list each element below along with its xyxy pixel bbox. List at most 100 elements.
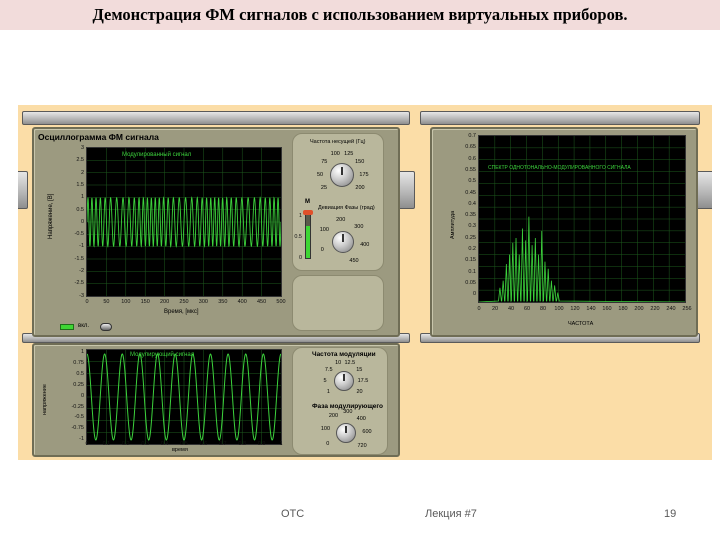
tick-label: -2.5 <box>74 280 84 287</box>
tick-label: 0.2 <box>121 441 130 447</box>
tick-label: 0.3 <box>141 441 150 447</box>
tick-label: -1.5 <box>74 255 84 262</box>
meter-pointer <box>303 210 313 215</box>
tick-label: 0.4 <box>160 441 169 447</box>
oscillogram-panel: Осциллограмма ФМ сигнала Модулированный … <box>32 127 400 337</box>
tick-label: 0.5 <box>76 370 84 377</box>
knob-tick-label: 7.5 <box>324 366 333 373</box>
top-x-axis-label: Время, [мкс] <box>164 309 199 315</box>
tick-label: 0.1 <box>468 268 476 275</box>
tick-label: 0.6 <box>468 155 476 162</box>
phase-meter-fill <box>306 225 310 258</box>
tick-label: -0.75 <box>71 425 84 432</box>
knob-tick-label: 75 <box>321 158 328 165</box>
mod-phase-knob[interactable] <box>336 423 356 443</box>
tick-label: -1 <box>79 436 84 443</box>
tick-label: 0.35 <box>465 212 476 219</box>
knob-tick-label: 300 <box>354 223 364 230</box>
tick-label: 0.9 <box>257 441 266 447</box>
knob-tick-label: 150 <box>355 158 365 165</box>
carrier-knob-title: Частота несущей (Гц) <box>310 139 366 145</box>
top-left-rail <box>22 111 410 125</box>
tick-label: 40 <box>507 306 515 312</box>
modulated-signal-label: Модулированный сигнал <box>122 152 192 158</box>
knob-tick-label: 100 <box>319 227 329 234</box>
virtual-instrument-screenshot: Осциллограмма ФМ сигнала Модулированный … <box>18 105 712 460</box>
bottom-x-axis-label: время <box>172 447 188 453</box>
tick-label: 120 <box>570 306 580 312</box>
tick-label: 150 <box>140 299 150 305</box>
knob-tick-label: 100 <box>320 425 331 432</box>
tick-label: 2 <box>80 169 84 176</box>
modulating-signal-panel: Модулирующий сигнал 1 0.75 0.5 0.25 0 -0.25 -0… <box>32 343 400 457</box>
power-switch[interactable] <box>100 323 112 331</box>
tick-label: 60 <box>523 306 531 312</box>
knob-tick-label: 5 <box>323 377 327 384</box>
modulating-signal-label: Модулирующий сигнал <box>130 352 195 358</box>
tick-label: -3 <box>79 292 84 299</box>
slide-title: Демонстрация ФМ сигналов с использование… <box>92 5 628 24</box>
tick-label: 0.55 <box>465 166 476 173</box>
modulated-signal-graph <box>86 147 282 297</box>
mod-frequency-knob[interactable] <box>334 371 354 391</box>
knob-tick-label: 600 <box>362 429 372 436</box>
knob-tick-label: 720 <box>357 443 367 450</box>
tick-label: 0.7 <box>218 441 227 447</box>
tick-label: 0.25 <box>465 234 476 241</box>
tick-label: 80 <box>539 306 547 312</box>
tick-label: 50 <box>103 299 110 305</box>
tick-label: 0.25 <box>73 381 84 388</box>
deviation-knob-title: Девиация Фазы (град) <box>318 205 375 211</box>
tick-label: 400 <box>237 299 247 305</box>
knob-tick-label: 450 <box>349 258 359 265</box>
tick-label: 2.5 <box>76 157 84 164</box>
tick-label: 1.5 <box>76 181 84 188</box>
tick-label: 1 <box>80 194 84 201</box>
spectrum-label: СПЕКТР ОДНОТОНАЛЬНО-МОДУЛИРОВАННОГО СИГН… <box>488 165 631 171</box>
tick-label: 300 <box>198 299 208 305</box>
spectrum-trace <box>479 216 685 302</box>
tick-label: 3 <box>80 145 84 151</box>
footer-left: ОТС <box>281 508 305 520</box>
switch-label: вкл. <box>78 323 90 329</box>
knob-tick-label: 0 <box>320 246 324 253</box>
tick-label: 0.5 <box>468 178 476 185</box>
empty-control-box <box>292 275 384 331</box>
tick-label: 20 <box>491 306 499 312</box>
tick-label: 350 <box>218 299 228 305</box>
oscillogram-title: Осциллограмма ФМ сигнала <box>38 132 159 142</box>
spectrum-panel: СПЕКТР ОДНОТОНАЛЬНО-МОДУЛИРОВАННОГО СИГН… <box>430 127 698 337</box>
footer-center: Лекция #7 <box>425 508 477 520</box>
tick-label: 160 <box>602 306 612 312</box>
tick-label: 0.8 <box>238 441 247 447</box>
tick-label: 200 <box>160 299 170 305</box>
tick-label: 0.1 <box>102 441 111 447</box>
tick-label: 0.15 <box>465 257 476 264</box>
knob-tick-label: 200 <box>355 184 365 191</box>
phase-meter <box>303 210 313 259</box>
tick-label: -2 <box>79 268 84 274</box>
tick-label: 256 <box>682 306 692 312</box>
carrier-frequency-knob[interactable] <box>330 163 354 187</box>
tick-label: 0.4 <box>468 200 476 207</box>
knob-tick-label: 15 <box>356 366 363 373</box>
knob-tick-label: 50 <box>316 171 324 178</box>
tick-label: 250 <box>179 299 189 305</box>
tick-label: -1 <box>79 243 84 250</box>
tick-label: 220 <box>650 306 660 312</box>
tick-label: 0.45 <box>465 189 476 196</box>
knob-tick-label: 400 <box>356 415 366 422</box>
tick-label: 0.3 <box>468 223 476 230</box>
tick-label: 1 <box>298 213 302 219</box>
tick-label: 0.5 <box>294 234 302 240</box>
title-bar: Демонстрация ФМ сигналов с использование… <box>0 0 720 30</box>
phase-deviation-knob[interactable] <box>332 231 354 253</box>
tick-label: 0.6 <box>199 441 208 447</box>
tick-label: 1 <box>279 441 283 447</box>
left-clamp <box>18 171 28 209</box>
knob-tick-label: 25 <box>320 184 328 191</box>
tick-label: 0.05 <box>465 279 476 286</box>
spectrum-graph <box>478 135 686 303</box>
power-led <box>60 324 74 330</box>
top-y-axis-label: Напряжение, [В] <box>48 193 54 239</box>
